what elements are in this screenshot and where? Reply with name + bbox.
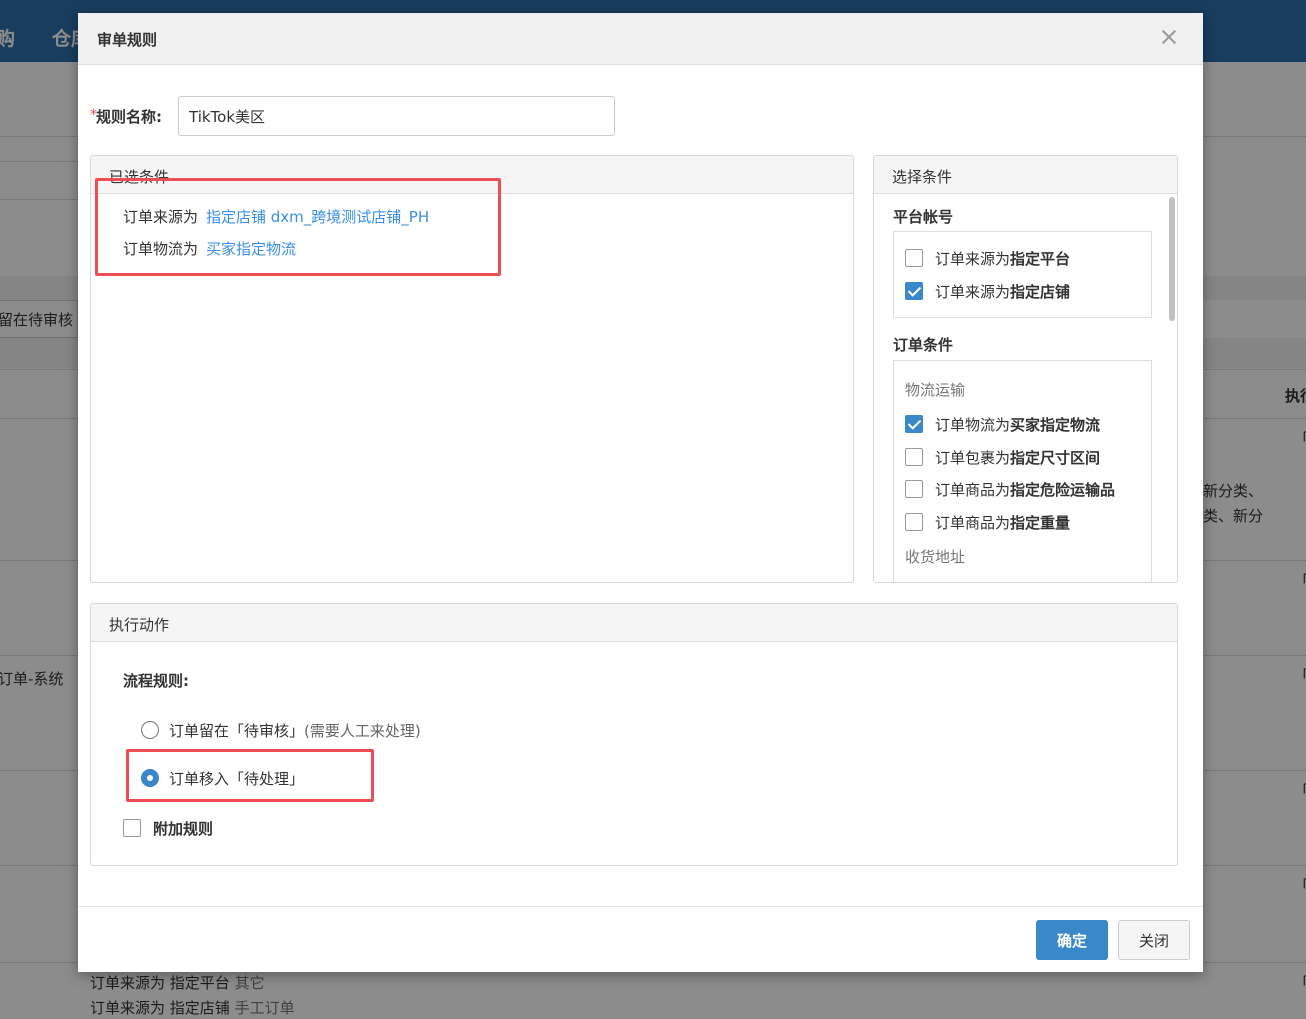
dialog-header: 审单规则 bbox=[78, 13, 1203, 65]
panel-header: 选择条件 bbox=[874, 156, 1177, 194]
checkbox[interactable] bbox=[123, 819, 141, 837]
panel-title: 执行动作 bbox=[109, 616, 170, 634]
group-title-order: 订单条件 bbox=[893, 336, 954, 354]
audit-rule-dialog: 审单规则 * 规则名称: 已选条件 订单来源为指定店铺 dxm_跨境测试店铺_P… bbox=[78, 13, 1203, 972]
scrollbar[interactable] bbox=[1169, 197, 1175, 321]
panel-title: 选择条件 bbox=[892, 168, 953, 186]
checkbox-checked[interactable] bbox=[905, 282, 923, 300]
rule-name-label: 规则名称: bbox=[96, 108, 162, 126]
choose-conditions-panel: 选择条件 平台帐号 订单来源为指定平台 订单来源为指定店铺 订单条件 物流运输 bbox=[873, 155, 1178, 583]
footer-divider bbox=[78, 906, 1203, 907]
group-title-platform: 平台帐号 bbox=[893, 208, 954, 226]
checkbox-checked[interactable] bbox=[905, 415, 923, 433]
checkbox[interactable] bbox=[905, 513, 923, 531]
conditions-scroll-area[interactable]: 平台帐号 订单来源为指定平台 订单来源为指定店铺 订单条件 物流运输 订单物流为… bbox=[874, 195, 1177, 582]
radio-button[interactable] bbox=[141, 721, 159, 739]
platform-group-box: 订单来源为指定平台 订单来源为指定店铺 bbox=[893, 231, 1152, 318]
flow-rule-label: 流程规则: bbox=[123, 672, 189, 690]
action-panel: 执行动作 流程规则: 订单留在「待审核」(需要人工来处理) 订单移入「待处理」 … bbox=[90, 603, 1178, 866]
checkbox[interactable] bbox=[905, 249, 923, 267]
order-group-box: 物流运输 订单物流为买家指定物流 订单包裹为指定尺寸区间 订单商品为指定危险运输… bbox=[893, 360, 1152, 582]
subgroup-title-address: 收货地址 bbox=[905, 548, 966, 566]
checkbox[interactable] bbox=[905, 480, 923, 498]
highlight-annotation bbox=[95, 178, 501, 276]
close-button[interactable]: 关闭 bbox=[1118, 920, 1190, 960]
rule-name-input[interactable] bbox=[178, 96, 615, 136]
confirm-button[interactable]: 确定 bbox=[1036, 920, 1108, 960]
dialog-title: 审单规则 bbox=[97, 31, 158, 49]
close-icon[interactable] bbox=[1157, 25, 1181, 49]
checkbox[interactable] bbox=[905, 448, 923, 466]
highlight-annotation bbox=[126, 749, 374, 802]
panel-header: 执行动作 bbox=[91, 604, 1177, 642]
subgroup-title-logistics: 物流运输 bbox=[905, 381, 966, 399]
